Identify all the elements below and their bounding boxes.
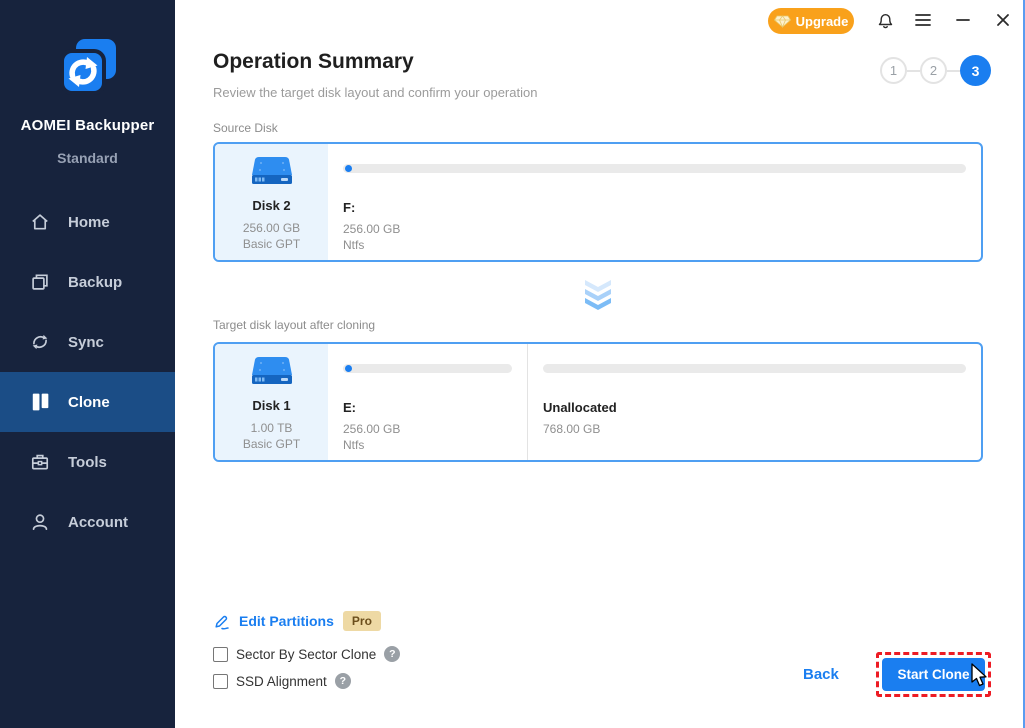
account-icon [30,512,50,532]
backup-icon [30,272,50,292]
sidebar-item-tools[interactable]: Tools [0,432,175,492]
clone-icon [30,392,50,412]
app-edition: Standard [0,150,175,166]
partition-usage-bar [343,364,512,373]
step-connector [947,70,960,72]
edit-partitions-link[interactable]: Edit Partitions Pro [213,611,381,631]
page-subtitle: Review the target disk layout and confir… [213,85,537,100]
sidebar-item-label: Backup [68,274,122,291]
hdd-icon [251,355,293,387]
partition-f[interactable]: F: 256.00 GB Ntfs [328,144,981,260]
sector-by-sector-checkbox-row[interactable]: Sector By Sector Clone ? [213,646,400,662]
pro-badge: Pro [343,611,381,631]
sidebar-item-clone[interactable]: Clone [0,372,175,432]
step-3-active: 3 [960,55,991,86]
app-name: AOMEI Backupper [0,117,175,134]
step-2: 2 [920,57,947,84]
used-space-indicator [345,165,352,172]
sidebar-item-label: Tools [68,454,107,471]
partition-size: 256.00 GB [343,221,966,237]
minimize-button[interactable] [952,9,974,31]
sidebar: AOMEI Backupper Standard Home Backup [0,0,175,728]
partition-unallocated[interactable]: Unallocated 768.00 GB [528,344,981,460]
disk-size: 256.00 GB [215,220,328,236]
triple-chevron-down-icon [583,280,613,314]
red-dashed-annotation: Start Clone [876,652,991,697]
back-button[interactable]: Back [803,666,839,683]
source-disk-section-label: Source Disk [213,121,278,135]
help-question-icon[interactable]: ? [384,646,400,662]
ssd-alignment-checkbox-row[interactable]: SSD Alignment ? [213,673,351,689]
hdd-icon [251,155,293,187]
partition-fs: Ntfs [343,437,512,453]
page-title: Operation Summary [213,50,414,74]
partition-usage-bar [543,364,966,373]
sidebar-item-home[interactable]: Home [0,192,175,252]
start-clone-button[interactable]: Start Clone [882,658,985,691]
step-indicator: 1 2 3 [880,55,991,86]
partition-usage-bar [343,164,966,173]
target-partitions: E: 256.00 GB Ntfs Unallocated 768.00 GB [328,344,981,460]
disk-type: Basic GPT [215,436,328,452]
step-connector [907,70,920,72]
sync-squares-icon [57,36,119,98]
menu-hamburger-icon[interactable] [912,9,934,31]
sync-icon [30,332,50,352]
partition-size: 256.00 GB [343,421,512,437]
source-disk-info: Disk 2 256.00 GB Basic GPT [215,144,328,260]
tools-icon [30,452,50,472]
partition-label: Unallocated [543,400,966,415]
target-disk-panel[interactable]: Disk 1 1.00 TB Basic GPT E: 256.00 GB Nt… [213,342,983,462]
upgrade-button[interactable]: Upgrade [768,8,854,34]
upgrade-label: Upgrade [796,14,849,29]
sidebar-item-account[interactable]: Account [0,492,175,552]
checkbox-label: Sector By Sector Clone [236,647,376,662]
sector-by-sector-checkbox[interactable] [213,647,228,662]
main-content: Upgrade Operation Summary Review the tar… [175,0,1023,728]
partition-e[interactable]: E: 256.00 GB Ntfs [328,344,528,460]
target-disk-section-label: Target disk layout after cloning [213,318,375,332]
partition-fs: Ntfs [343,237,966,253]
sidebar-item-label: Clone [68,394,110,411]
step-1: 1 [880,57,907,84]
sidebar-item-label: Account [68,514,128,531]
used-space-indicator [345,365,352,372]
app-window: AOMEI Backupper Standard Home Backup [0,0,1025,728]
target-disk-info: Disk 1 1.00 TB Basic GPT [215,344,328,460]
sidebar-item-backup[interactable]: Backup [0,252,175,312]
pencil-icon [213,613,230,630]
source-disk-panel[interactable]: Disk 2 256.00 GB Basic GPT F: 256.00 GB … [213,142,983,262]
notifications-bell-icon[interactable] [874,9,896,31]
home-icon [30,212,50,232]
disk-name: Disk 2 [215,198,328,213]
gem-icon [774,15,791,28]
sidebar-item-label: Home [68,214,110,231]
source-partitions: F: 256.00 GB Ntfs [328,144,981,260]
disk-size: 1.00 TB [215,420,328,436]
partition-label: F: [343,200,966,215]
help-question-icon[interactable]: ? [335,673,351,689]
ssd-alignment-checkbox[interactable] [213,674,228,689]
disk-type: Basic GPT [215,236,328,252]
close-button[interactable] [992,9,1014,31]
sidebar-item-label: Sync [68,334,104,351]
sidebar-nav: Home Backup Sync Clone [0,192,175,552]
sidebar-item-sync[interactable]: Sync [0,312,175,372]
app-logo: AOMEI Backupper Standard [0,0,175,166]
partition-label: E: [343,400,512,415]
checkbox-label: SSD Alignment [236,674,327,689]
disk-name: Disk 1 [215,398,328,413]
partition-size: 768.00 GB [543,421,966,437]
edit-partitions-label: Edit Partitions [239,613,334,629]
